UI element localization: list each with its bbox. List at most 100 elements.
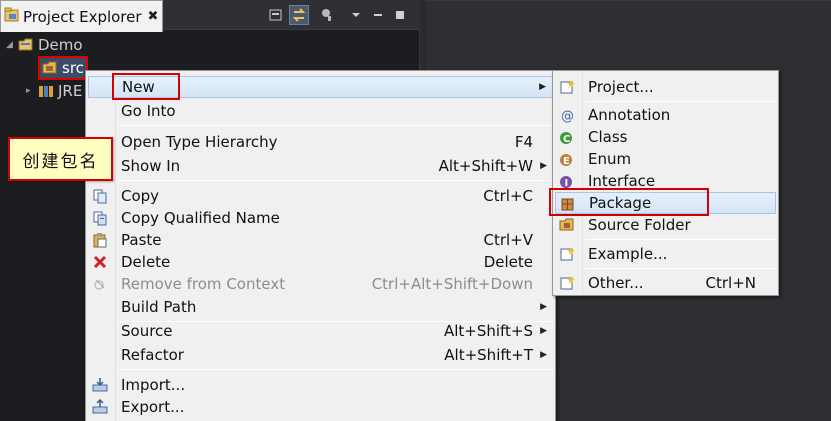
collapse-all-icon (269, 9, 282, 21)
paste-icon (92, 232, 108, 248)
menu-item-shortcut: Ctrl+Alt+Shift+Down (371, 275, 533, 293)
tree-item-src[interactable]: src (38, 56, 88, 80)
menu-item-shortcut: Alt+Shift+W (438, 157, 533, 175)
menu-item-go-into[interactable]: Go Into (88, 100, 553, 122)
menu-item-label: Export... (121, 398, 185, 416)
submenu-item-source-folder[interactable]: Source Folder (555, 214, 776, 236)
menu-item-show-in[interactable]: Show In Alt+Shift+W ▶ (88, 155, 553, 177)
expanded-twisty-icon[interactable]: ◢ (6, 40, 18, 50)
view-menu-icon (352, 13, 360, 17)
menu-item-shortcut: F4 (514, 133, 533, 151)
tab-title: Project Explorer (23, 7, 142, 26)
menu-item-shortcut: Alt+Shift+T (444, 346, 533, 364)
menu-item-label: Import... (121, 376, 186, 394)
menu-item-build-path[interactable]: Build Path ▶ (88, 296, 553, 318)
tree-item-demo[interactable]: ◢ Demo (6, 35, 83, 55)
menu-item-label: Show In (121, 157, 181, 175)
menu-item-copy-qualified-name[interactable]: Copy Qualified Name (88, 207, 553, 229)
menu-item-export[interactable]: Export... (88, 396, 553, 418)
menu-separator (118, 180, 553, 181)
class-icon: C (559, 129, 575, 145)
menu-item-label: Remove from Context (121, 275, 286, 293)
menu-item-open-type-hierarchy[interactable]: Open Type Hierarchy F4 (88, 131, 553, 153)
collapsed-twisty-icon[interactable]: ▸ (26, 86, 38, 96)
explorer-tab-bar: Project Explorer ✖ (0, 0, 420, 32)
menu-item-label: Go Into (121, 102, 176, 120)
menu-separator (585, 239, 776, 240)
import-icon (92, 377, 108, 393)
menu-item-label: Example... (588, 245, 668, 263)
menu-item-shortcut: Delete (483, 253, 533, 271)
menu-item-label: Delete (121, 253, 171, 271)
menu-item-label: Enum (588, 150, 632, 168)
submenu-item-project[interactable]: Project... (555, 76, 776, 98)
export-icon (92, 399, 108, 415)
menu-item-shortcut: Ctrl+V (483, 231, 533, 249)
delete-icon (92, 254, 108, 270)
menu-item-delete[interactable]: Delete Delete (88, 251, 553, 273)
enum-icon: E (559, 151, 575, 167)
minimize-button[interactable] (368, 5, 388, 25)
menu-item-label: Other... (588, 274, 644, 292)
menu-item-label: Class (588, 128, 628, 146)
menu-item-label: Copy Qualified Name (121, 209, 280, 227)
submenu-item-example[interactable]: Example... (555, 243, 776, 265)
menu-separator (585, 268, 776, 269)
menu-item-label: Interface (588, 172, 656, 190)
remove-from-context-icon (92, 276, 108, 292)
tree-item-label: JRE (58, 82, 83, 100)
focus-button[interactable] (318, 5, 338, 25)
menu-item-label: Build Path (121, 298, 197, 316)
library-icon (38, 83, 54, 99)
menu-item-new[interactable]: New ▶ (88, 76, 553, 98)
example-icon (559, 246, 575, 262)
menu-item-shortcut: Alt+Shift+S (443, 322, 533, 340)
interface-icon: I (559, 173, 575, 189)
menu-item-label: Source Folder (588, 216, 691, 234)
submenu-item-class[interactable]: C Class (555, 126, 776, 148)
menu-item-refactor[interactable]: Refactor Alt+Shift+T ▶ (88, 344, 553, 366)
submenu-arrow-icon: ▶ (540, 302, 547, 312)
new-submenu: Project... @ Annotation C Class E Enum I… (552, 70, 779, 296)
project-folder-icon (18, 37, 34, 53)
copy-qualified-name-icon (92, 210, 108, 226)
submenu-item-package[interactable]: Package (555, 192, 776, 214)
view-menu-button[interactable] (346, 5, 366, 25)
maximize-icon (396, 11, 404, 19)
focus-icon (322, 9, 331, 21)
menu-item-paste[interactable]: Paste Ctrl+V (88, 229, 553, 251)
annotation-callout: 创建包名 (8, 137, 113, 181)
svg-text:C: C (563, 134, 570, 145)
menu-item-label: Open Type Hierarchy (121, 133, 278, 151)
source-package-folder-icon (42, 60, 58, 76)
menu-separator (585, 101, 776, 102)
tab-project-explorer[interactable]: Project Explorer ✖ (0, 0, 163, 32)
submenu-arrow-icon: ▶ (539, 82, 546, 92)
submenu-item-interface[interactable]: I Interface (555, 170, 776, 192)
submenu-item-other[interactable]: Other... Ctrl+N (555, 272, 776, 294)
menu-separator (118, 369, 553, 370)
maximize-button[interactable] (390, 5, 410, 25)
menu-item-label: Project... (588, 78, 654, 96)
submenu-item-enum[interactable]: E Enum (555, 148, 776, 170)
menu-item-remove-from-context: Remove from Context Ctrl+Alt+Shift+Down (88, 273, 553, 295)
collapse-all-button[interactable] (266, 5, 286, 25)
tree-item-label: Demo (38, 36, 83, 54)
link-with-editor-icon (292, 8, 306, 22)
tree-item-label: src (62, 59, 84, 77)
menu-separator (118, 125, 553, 126)
menu-item-label: Paste (121, 231, 162, 249)
menu-item-copy[interactable]: Copy Ctrl+C (88, 185, 553, 207)
svg-text:@: @ (561, 109, 574, 123)
tree-item-jre[interactable]: ▸ JRE (26, 81, 82, 101)
menu-item-shortcut: Ctrl+N (705, 274, 756, 292)
link-with-editor-button[interactable] (289, 5, 309, 25)
menu-item-source[interactable]: Source Alt+Shift+S ▶ (88, 320, 553, 342)
menu-item-label: Package (589, 194, 652, 212)
close-icon[interactable]: ✖ (148, 9, 159, 24)
package-icon (560, 196, 576, 212)
new-project-icon (559, 79, 575, 95)
submenu-item-annotation[interactable]: @ Annotation (555, 104, 776, 126)
submenu-arrow-icon: ▶ (540, 161, 547, 171)
menu-item-import[interactable]: Import... (88, 374, 553, 396)
